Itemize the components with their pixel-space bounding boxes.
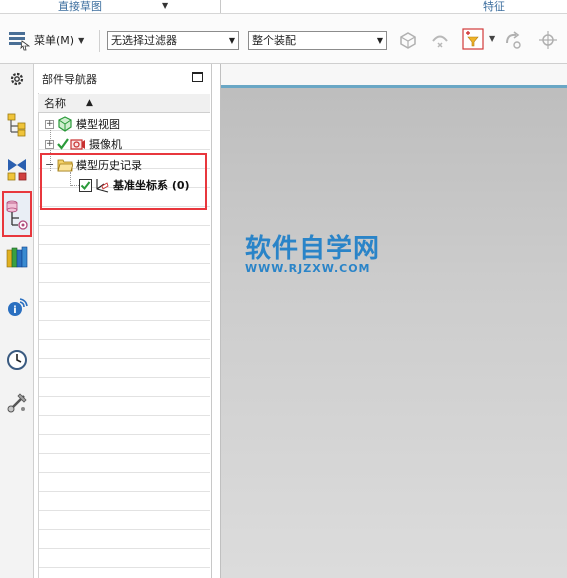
navigator-title: 部件导航器 <box>42 73 97 86</box>
rail-reuse-library[interactable] <box>3 242 31 272</box>
snap-icon[interactable] <box>429 29 451 51</box>
rail-settings[interactable] <box>3 64 31 94</box>
menu-icon <box>9 32 30 51</box>
filter-funnel-icon[interactable] <box>462 28 484 50</box>
graphics-window-header <box>221 64 567 85</box>
maximize-icon[interactable] <box>192 72 203 82</box>
camera-icon <box>70 136 86 152</box>
rail-process-studio[interactable] <box>3 388 31 418</box>
select-feature-icon[interactable] <box>397 29 419 51</box>
ribbon-group-strip: 直接草图 ▼ 特征 <box>0 0 567 14</box>
resource-bar: i <box>0 64 34 578</box>
point-icon[interactable] <box>537 29 559 51</box>
menu-dropdown-icon: ▼ <box>78 35 85 45</box>
ribbon-group-feature[interactable]: 特征 <box>483 0 505 13</box>
rail-part-navigator[interactable] <box>2 191 32 237</box>
reuse-library-icon <box>6 246 28 268</box>
rail-history[interactable] <box>3 345 31 375</box>
model-views-icon <box>57 116 73 132</box>
menu-button[interactable]: 菜单(M) ▼ <box>8 28 84 52</box>
column-header-label: 名称 <box>44 97 66 110</box>
tree-item-label: 摄像机 <box>89 138 122 151</box>
constraint-navigator-icon <box>7 159 27 181</box>
info-icon: i <box>8 298 28 316</box>
chevron-down-icon: ▼ <box>228 36 235 45</box>
selection-filter-value: 无选择过滤器 <box>111 34 177 47</box>
part-navigator-icon <box>6 200 28 230</box>
ribbon-group-direct-sketch[interactable]: 直接草图 <box>58 0 102 13</box>
rail-assembly-navigator[interactable] <box>3 110 31 140</box>
column-header-name[interactable]: 名称 ▲ <box>38 94 210 113</box>
check-icon <box>57 136 69 152</box>
watermark-url: WWW.RJZXW.COM <box>245 262 371 275</box>
expand-icon[interactable]: + <box>45 119 54 129</box>
tree-item-model-views[interactable]: + 模型视图 <box>45 115 120 133</box>
svg-text:i: i <box>13 305 16 316</box>
graphics-window[interactable]: 软件自学网 WWW.RJZXW.COM <box>220 64 567 578</box>
filter-dropdown-icon[interactable]: ▼ <box>489 34 495 43</box>
top-toolbar: 菜单(M) ▼ 无选择过滤器 ▼ 整个装配 ▼ ▼ <box>0 14 567 64</box>
rotate-point-icon[interactable] <box>502 29 524 51</box>
graphics-window-border <box>221 85 567 88</box>
chevron-down-icon: ▼ <box>376 36 383 45</box>
toolbar-separator <box>99 30 100 52</box>
selection-scope-select[interactable]: 整个装配 ▼ <box>248 31 387 50</box>
watermark-title: 软件自学网 <box>245 234 381 264</box>
menu-label: 菜单(M) <box>34 34 75 47</box>
sort-ascending-icon: ▲ <box>86 98 93 108</box>
assembly-navigator-icon <box>7 113 26 137</box>
expand-icon[interactable]: + <box>45 139 54 149</box>
ribbon-separator <box>220 0 221 13</box>
tree-item-label: 模型视图 <box>76 118 120 131</box>
process-studio-icon <box>7 393 27 413</box>
gear-icon <box>10 72 24 86</box>
highlight-box <box>40 153 207 210</box>
selection-filter-select[interactable]: 无选择过滤器 ▼ <box>107 31 239 50</box>
ribbon-group-dropdown-icon[interactable]: ▼ <box>162 1 168 10</box>
history-icon <box>7 350 27 370</box>
selection-scope-value: 整个装配 <box>252 34 296 47</box>
rail-info[interactable]: i <box>3 292 31 322</box>
tree-item-cameras[interactable]: + 摄像机 <box>45 135 122 153</box>
rail-constraint-navigator[interactable] <box>3 154 31 184</box>
